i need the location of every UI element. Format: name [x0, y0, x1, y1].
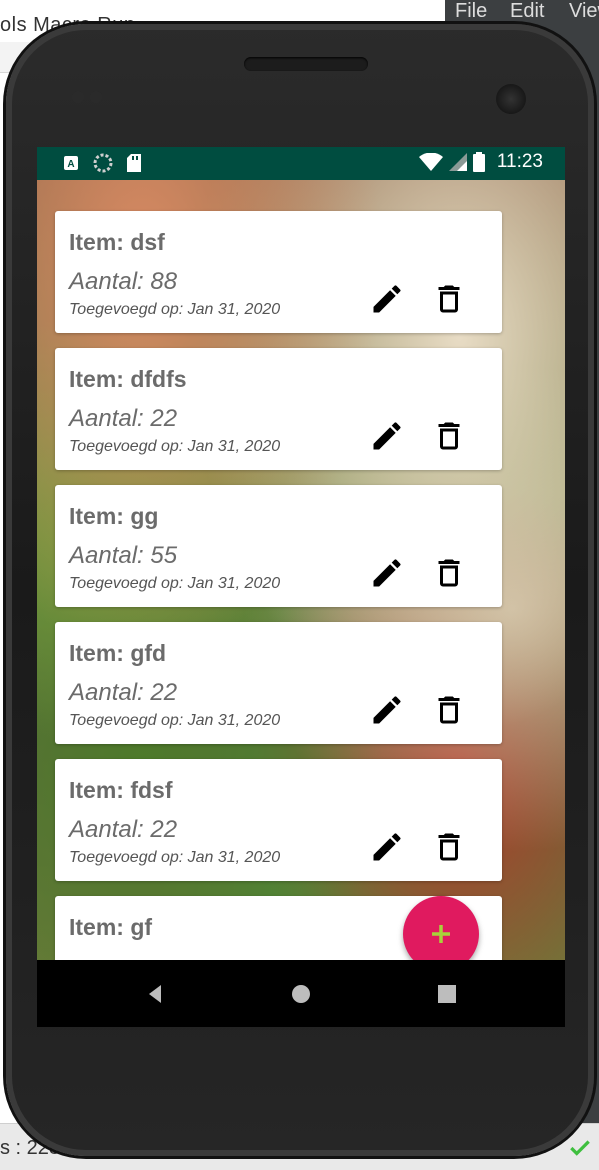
a-icon: A [64, 156, 78, 170]
sdcard-icon [127, 154, 141, 172]
item-quantity: Aantal: 22 [69, 816, 178, 843]
check-icon [570, 1140, 590, 1156]
svg-text:A: A [67, 159, 74, 170]
item-name: Item: fdsf [69, 777, 173, 803]
item-date: Toegevoegd op: Jan 31, 2020 [69, 301, 281, 318]
android-statusbar: A 11:23 [37, 147, 565, 180]
item-name: Item: gfd [69, 640, 167, 666]
delete-icon[interactable] [431, 418, 467, 454]
signal-icon [448, 153, 467, 171]
item-date: Toegevoegd op: Jan 31, 2020 [69, 849, 281, 866]
edit-icon[interactable] [369, 281, 405, 317]
edit-icon[interactable] [369, 418, 405, 454]
menu-file[interactable]: File [455, 0, 487, 23]
sensors [72, 90, 112, 104]
front-camera [496, 84, 526, 114]
item-quantity: Aantal: 22 [69, 405, 178, 432]
list-item[interactable]: Item: gfd Aantal: 22 Toegevoegd op: Jan … [55, 622, 502, 744]
list-item[interactable]: Item: dfdfs Aantal: 22 Toegevoegd op: Ja… [55, 348, 502, 470]
item-name: Item: gg [69, 503, 159, 529]
battery-icon [472, 152, 485, 172]
delete-icon[interactable] [431, 692, 467, 728]
plus-icon [432, 925, 450, 943]
item-quantity: Aantal: 22 [69, 679, 178, 706]
phone-screen: A 11:23 Item: dsf Aantal: 88 Toegevoegd … [37, 147, 565, 1027]
delete-icon[interactable] [431, 281, 467, 317]
wifi-icon [418, 153, 443, 171]
edit-icon[interactable] [369, 829, 405, 865]
home-icon[interactable] [289, 982, 313, 1006]
recents-icon[interactable] [435, 982, 459, 1006]
menu-edit[interactable]: Edit [510, 0, 544, 23]
sync-icon [93, 153, 113, 173]
item-name: Item: dfdfs [69, 366, 187, 392]
edit-icon[interactable] [369, 555, 405, 591]
item-date: Toegevoegd op: Jan 31, 2020 [69, 712, 281, 729]
list-item[interactable]: Item: gg Aantal: 55 Toegevoegd op: Jan 3… [55, 485, 502, 607]
list-item[interactable]: Item: fdsf Aantal: 22 Toegevoegd op: Jan… [55, 759, 502, 881]
item-date: Toegevoegd op: Jan 31, 2020 [69, 438, 281, 455]
edit-icon[interactable] [369, 692, 405, 728]
list-item[interactable]: Item: dsf Aantal: 88 Toegevoegd op: Jan … [55, 211, 502, 333]
android-navbar [37, 960, 565, 1027]
earpiece-speaker [244, 57, 368, 71]
delete-icon[interactable] [431, 555, 467, 591]
item-name: Item: dsf [69, 229, 165, 255]
item-date: Toegevoegd op: Jan 31, 2020 [69, 575, 281, 592]
back-icon[interactable] [143, 982, 167, 1006]
item-quantity: Aantal: 88 [69, 268, 178, 295]
status-clock: 11:23 [496, 151, 543, 172]
item-name: Item: gf [69, 914, 153, 940]
item-quantity: Aantal: 55 [69, 542, 178, 569]
delete-icon[interactable] [431, 829, 467, 865]
menu-view[interactable]: View [569, 0, 599, 23]
item-list[interactable]: Item: dsf Aantal: 88 Toegevoegd op: Jan … [37, 180, 565, 960]
